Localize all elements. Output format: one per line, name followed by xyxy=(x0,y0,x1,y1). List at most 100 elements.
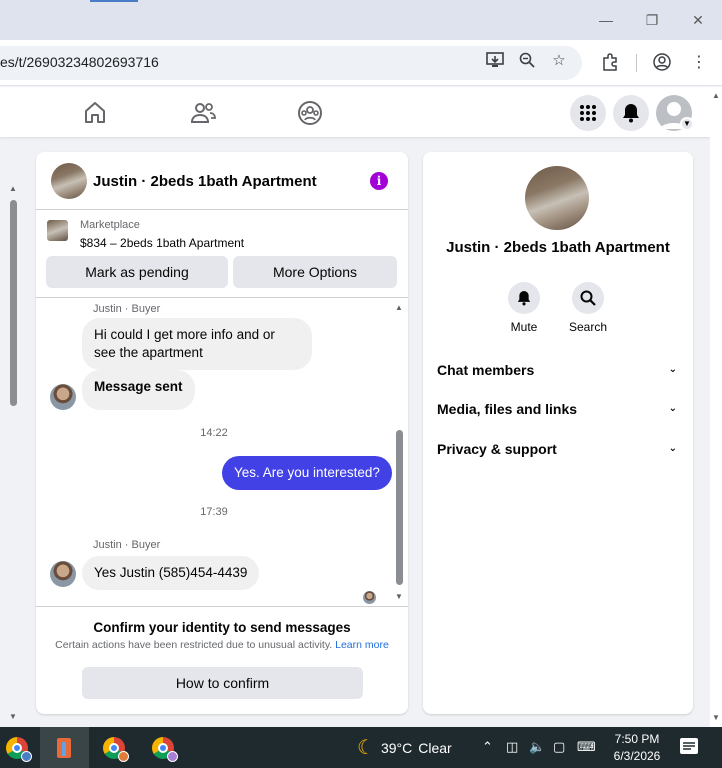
section-media-files-links[interactable]: Media, files and links ⌄ xyxy=(437,401,677,423)
marketplace-listing: Marketplace $834 – 2beds 1bath Apartment… xyxy=(36,210,408,298)
info-icon[interactable]: i xyxy=(370,172,388,190)
scroll-down-arrow-icon[interactable]: ▼ xyxy=(9,712,17,721)
search-button[interactable]: Search xyxy=(558,282,618,334)
restore-icon[interactable]: ❐ xyxy=(636,6,668,34)
info-title: Justin · 2beds 1bath Apartment xyxy=(446,239,670,256)
moon-icon: ☾ xyxy=(357,737,375,759)
chat-panel: Justin · 2beds 1bath Apartment i Marketp… xyxy=(36,152,408,714)
chrome-app-icon[interactable] xyxy=(97,731,131,765)
weather-widget[interactable]: ☾ 39°C Clear xyxy=(357,735,452,760)
notification-center-icon[interactable] xyxy=(680,738,698,754)
confirm-title: Confirm your identity to send messages xyxy=(93,620,351,635)
identity-confirm-notice: Confirm your identity to send messages C… xyxy=(36,606,408,714)
listing-price-title[interactable]: $834 – 2beds 1bath Apartment xyxy=(80,236,244,250)
message-bubble[interactable]: Message sent xyxy=(82,370,195,410)
listing-small-thumbnail[interactable] xyxy=(47,220,68,241)
section-chat-members[interactable]: Chat members ⌄ xyxy=(437,362,677,384)
window-title-bar: — ❐ ✕ xyxy=(0,0,722,40)
scroll-up-arrow-icon[interactable]: ▲ xyxy=(9,184,17,193)
scroll-up-arrow-icon[interactable]: ▲ xyxy=(712,91,720,100)
chrome-app-icon[interactable] xyxy=(146,731,180,765)
meet-now-icon[interactable]: ◫ xyxy=(506,739,518,755)
search-label: Search xyxy=(568,320,608,334)
mute-button[interactable]: Mute xyxy=(494,282,554,334)
chevron-down-icon: ⌄ xyxy=(668,364,677,375)
minimize-icon[interactable]: — xyxy=(590,6,622,34)
account-chevron-down-icon[interactable]: ▼ xyxy=(680,117,694,131)
my-message-bubble[interactable]: Yes. Are you interested? xyxy=(222,456,392,490)
chat-header: Justin · 2beds 1bath Apartment i xyxy=(36,152,408,210)
menu-grid-icon[interactable] xyxy=(570,95,606,131)
profile-icon[interactable] xyxy=(651,51,673,73)
listing-large-thumbnail[interactable] xyxy=(525,166,589,230)
windows-taskbar: ☾ 39°C Clear ⌃ ◫ 🔈 ▢ ⌨ 7:50 PM 6/3/2026 xyxy=(0,727,722,768)
mute-label: Mute xyxy=(510,320,538,334)
message-sender: Justin · Buyer xyxy=(93,539,161,551)
mute-bell-icon[interactable] xyxy=(508,282,540,314)
profile-badge xyxy=(167,751,178,762)
page-scrollbar[interactable]: ▲ ▼ xyxy=(710,87,722,727)
scroll-down-arrow-icon[interactable]: ▼ xyxy=(395,592,403,601)
message-scrollbar[interactable]: ▲ ▼ xyxy=(395,299,405,606)
mark-as-pending-button[interactable]: Mark as pending xyxy=(46,256,228,288)
home-icon[interactable] xyxy=(81,99,109,127)
bookmark-star-icon[interactable]: ☆ xyxy=(549,50,569,70)
browser-menu-icon[interactable]: ⋮ xyxy=(688,51,710,73)
zoom-icon[interactable] xyxy=(517,50,537,70)
close-icon[interactable]: ✕ xyxy=(682,6,714,34)
install-app-icon[interactable] xyxy=(485,50,505,70)
weather-condition: Clear xyxy=(418,739,452,756)
chrome-app-icon[interactable] xyxy=(0,731,34,765)
chat-title[interactable]: Justin · 2beds 1bath Apartment xyxy=(93,173,317,190)
message-timestamp: 17:39 xyxy=(200,506,228,518)
active-tab-indicator xyxy=(90,0,138,2)
listing-thumbnail[interactable] xyxy=(51,163,87,199)
sender-avatar[interactable] xyxy=(50,384,76,410)
search-icon[interactable] xyxy=(572,282,604,314)
facebook-top-nav xyxy=(0,87,710,137)
message-timestamp: 14:22 xyxy=(200,427,228,439)
groups-icon[interactable] xyxy=(296,99,324,127)
marketplace-label: Marketplace xyxy=(80,219,140,231)
keyboard-icon[interactable]: ⌨ xyxy=(577,739,596,755)
message-bubble[interactable]: Yes Justin (585)454-4439 xyxy=(82,556,260,590)
more-options-button[interactable]: More Options xyxy=(233,256,397,288)
confirm-subtitle: Certain actions have been restricted due… xyxy=(36,639,408,651)
clock-time: 7:50 PM xyxy=(614,732,660,746)
tray-chevron-up-icon[interactable]: ⌃ xyxy=(482,739,493,755)
seen-avatar xyxy=(363,591,376,604)
extensions-icon[interactable] xyxy=(599,51,621,73)
scroll-up-arrow-icon[interactable]: ▲ xyxy=(395,303,403,312)
profile-badge xyxy=(118,751,129,762)
network-icon[interactable]: ▢ xyxy=(553,739,565,755)
sender-avatar[interactable] xyxy=(50,561,76,587)
url-text[interactable]: es/t/26903234802693716 xyxy=(0,54,159,70)
confirm-subtitle-text: Certain actions have been restricted due… xyxy=(55,639,333,651)
conversation-info-panel: Justin · 2beds 1bath Apartment Mute Sear… xyxy=(423,152,693,714)
message-bubble[interactable]: Hi could I get more info and or see the … xyxy=(82,318,312,370)
section-privacy-support[interactable]: Privacy & support ⌄ xyxy=(437,441,677,463)
section-label: Chat members xyxy=(437,362,535,378)
section-label: Media, files and links xyxy=(437,401,578,417)
toolbar-divider xyxy=(636,54,637,72)
browser-toolbar: es/t/26903234802693716 ☆ ⋮ xyxy=(0,40,722,86)
notifications-bell-icon[interactable] xyxy=(613,95,649,131)
section-label: Privacy & support xyxy=(437,441,557,457)
learn-more-link[interactable]: Learn more xyxy=(335,639,389,651)
chevron-down-icon: ⌄ xyxy=(668,443,677,454)
pinned-app-icon[interactable] xyxy=(47,731,81,765)
temperature: 39°C xyxy=(380,739,413,756)
clock-date: 6/3/2026 xyxy=(613,749,661,763)
scrollbar-thumb[interactable] xyxy=(396,430,403,585)
friends-icon[interactable] xyxy=(189,99,217,127)
system-clock[interactable]: 7:50 PM 6/3/2026 xyxy=(607,731,667,765)
how-to-confirm-button[interactable]: How to confirm xyxy=(82,667,363,699)
profile-badge xyxy=(21,751,32,762)
chevron-down-icon: ⌄ xyxy=(668,403,677,414)
scroll-down-arrow-icon[interactable]: ▼ xyxy=(712,713,720,722)
message-list: Justin · Buyer Hi could I get more info … xyxy=(36,299,408,606)
scrollbar-thumb[interactable] xyxy=(10,200,17,406)
chat-list-scrollbar[interactable]: ▲ ▼ xyxy=(6,180,20,725)
message-sender: Justin · Buyer xyxy=(93,303,161,315)
volume-icon[interactable]: 🔈 xyxy=(529,739,545,755)
